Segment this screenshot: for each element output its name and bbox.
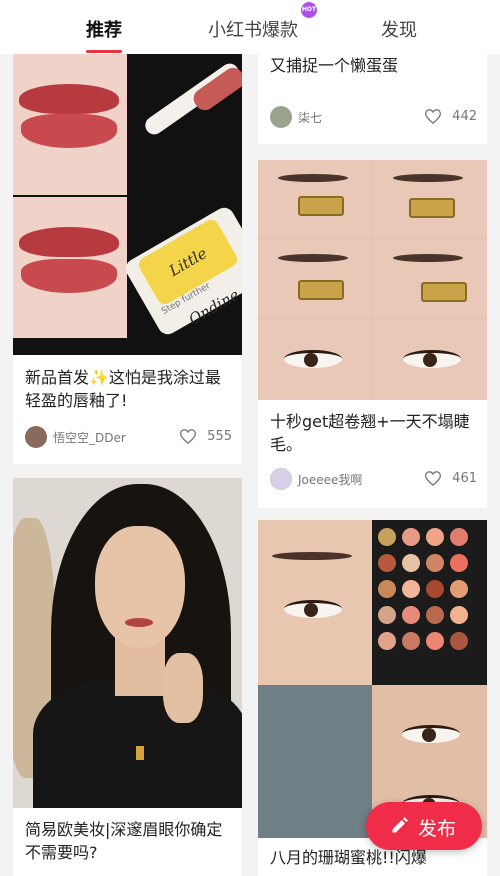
note-cover-image bbox=[258, 160, 487, 400]
heart-icon[interactable] bbox=[425, 109, 441, 124]
heart-icon[interactable] bbox=[425, 471, 441, 486]
note-cover-image bbox=[258, 520, 487, 838]
publish-button[interactable]: 发布 bbox=[366, 802, 482, 850]
heart-icon[interactable] bbox=[180, 429, 196, 444]
top-tab-bar: 推荐 小红书爆款 HOT 发现 bbox=[0, 0, 500, 54]
like-count: 461 bbox=[452, 471, 477, 486]
note-card[interactable]: 简易欧美妆|深邃眉眼你确定不需要吗? bbox=[13, 478, 242, 876]
note-card[interactable]: 十秒get超卷翘+一天不塌睫毛。 Joeeee我啊 461 bbox=[258, 160, 487, 508]
like-count: 555 bbox=[207, 429, 232, 444]
avatar[interactable] bbox=[270, 468, 292, 490]
note-cover-image: Little Ondine Step further bbox=[13, 54, 242, 355]
note-title: 新品首发✨这怕是我涂过最轻盈的唇釉了! bbox=[25, 368, 221, 410]
author-name[interactable]: 柒七 bbox=[298, 109, 322, 126]
note-cover-image bbox=[13, 478, 242, 808]
tab-recommend[interactable]: 推荐 bbox=[86, 16, 122, 42]
lips-photo bbox=[13, 54, 127, 195]
author-name[interactable]: Joeeee我啊 bbox=[298, 471, 362, 488]
note-title: 十秒get超卷翘+一天不塌睫毛。 bbox=[270, 412, 470, 454]
note-title: 又捕捉一个懒蛋蛋 bbox=[270, 56, 399, 75]
author-name[interactable]: 悟空空_DDer bbox=[53, 429, 126, 446]
lips-photo bbox=[13, 197, 127, 338]
tab-xiaohongshu-hot[interactable]: 小红书爆款 bbox=[208, 16, 298, 42]
note-meta: Joeeee我啊 461 bbox=[270, 468, 477, 490]
pencil-icon bbox=[392, 817, 408, 833]
note-card[interactable]: Little Ondine Step further 新品首发✨这怕是我涂过最轻… bbox=[13, 54, 242, 464]
note-feed: Little Ondine Step further 新品首发✨这怕是我涂过最轻… bbox=[0, 54, 500, 876]
note-meta: 悟空空_DDer 555 bbox=[25, 426, 232, 448]
note-title: 简易欧美妆|深邃眉眼你确定不需要吗? bbox=[25, 820, 223, 862]
tab-discover[interactable]: 发现 bbox=[381, 16, 417, 42]
note-meta: 柒七 442 bbox=[270, 106, 477, 128]
avatar[interactable] bbox=[270, 106, 292, 128]
publish-label: 发布 bbox=[418, 818, 457, 840]
avatar[interactable] bbox=[25, 426, 47, 448]
like-count: 442 bbox=[452, 109, 477, 124]
note-card[interactable]: 又捕捉一个懒蛋蛋 柒七 442 bbox=[258, 54, 487, 144]
hot-badge: HOT bbox=[301, 2, 317, 18]
active-tab-indicator bbox=[86, 50, 122, 53]
